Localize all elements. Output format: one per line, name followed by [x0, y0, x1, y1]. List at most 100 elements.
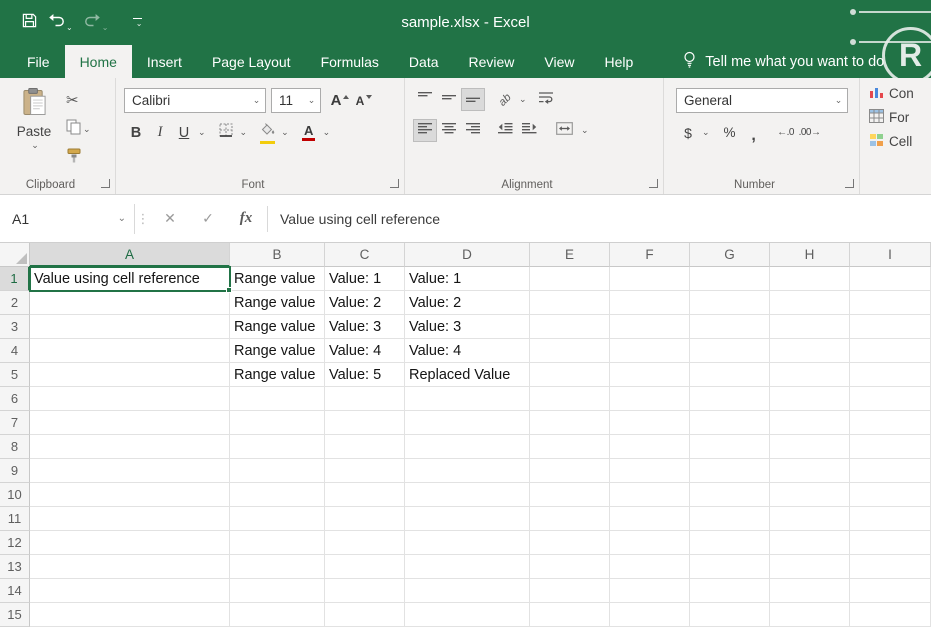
percent-style-button[interactable]: %: [718, 121, 742, 144]
cell-C14[interactable]: [325, 579, 405, 603]
cell-I5[interactable]: [850, 363, 931, 387]
tab-data[interactable]: Data: [394, 45, 454, 78]
cell-C10[interactable]: [325, 483, 405, 507]
cell-A11[interactable]: [30, 507, 230, 531]
cell-C2[interactable]: Value: 2: [325, 291, 405, 315]
borders-dropdown-icon[interactable]: ⌄: [240, 128, 248, 137]
tab-formulas[interactable]: Formulas: [306, 45, 394, 78]
cell-G11[interactable]: [690, 507, 770, 531]
align-middle-button[interactable]: [437, 88, 461, 111]
redo-button[interactable]: ⌄: [84, 13, 109, 32]
row-header-2[interactable]: 2: [0, 291, 30, 315]
cell-D4[interactable]: Value: 4: [405, 339, 530, 363]
tab-file[interactable]: File: [12, 45, 65, 78]
cut-button[interactable]: ✂: [63, 88, 82, 112]
row-header-11[interactable]: 11: [0, 507, 30, 531]
cell-A14[interactable]: [30, 579, 230, 603]
comma-style-button[interactable]: ,: [742, 121, 766, 144]
copy-button[interactable]: ⌄: [63, 117, 94, 141]
cell-F2[interactable]: [610, 291, 690, 315]
cell-B1[interactable]: Range value: [230, 267, 325, 291]
row-header-15[interactable]: 15: [0, 603, 30, 627]
font-dialog-launcher[interactable]: [390, 179, 399, 188]
formula-bar-resize-handle[interactable]: ⋮: [135, 211, 151, 227]
select-all-button[interactable]: [0, 243, 30, 267]
cell-I8[interactable]: [850, 435, 931, 459]
cell-D7[interactable]: [405, 411, 530, 435]
cell-H1[interactable]: [770, 267, 850, 291]
cell-A1[interactable]: Value using cell reference: [30, 267, 230, 291]
tab-page-layout[interactable]: Page Layout: [197, 45, 306, 78]
fill-color-dropdown-icon[interactable]: ⌄: [281, 128, 289, 137]
cell-B3[interactable]: Range value: [230, 315, 325, 339]
column-header-I[interactable]: I: [850, 243, 931, 267]
cell-B4[interactable]: Range value: [230, 339, 325, 363]
column-header-C[interactable]: C: [325, 243, 405, 267]
cell-C13[interactable]: [325, 555, 405, 579]
cell-G6[interactable]: [690, 387, 770, 411]
row-header-9[interactable]: 9: [0, 459, 30, 483]
cell-C1[interactable]: Value: 1: [325, 267, 405, 291]
row-header-6[interactable]: 6: [0, 387, 30, 411]
cell-G4[interactable]: [690, 339, 770, 363]
cell-D13[interactable]: [405, 555, 530, 579]
redo-dropdown-icon[interactable]: ⌄: [102, 24, 109, 32]
cell-F11[interactable]: [610, 507, 690, 531]
cell-E7[interactable]: [530, 411, 610, 435]
column-header-E[interactable]: E: [530, 243, 610, 267]
cell-C6[interactable]: [325, 387, 405, 411]
column-header-F[interactable]: F: [610, 243, 690, 267]
font-color-dropdown-icon[interactable]: ⌄: [323, 128, 331, 137]
cell-F12[interactable]: [610, 531, 690, 555]
cell-H3[interactable]: [770, 315, 850, 339]
name-box-dropdown-icon[interactable]: ⌄: [118, 213, 126, 224]
column-header-B[interactable]: B: [230, 243, 325, 267]
font-name-select[interactable]: Calibri ⌄: [124, 88, 266, 113]
merge-center-button[interactable]: [549, 119, 579, 142]
alignment-dialog-launcher[interactable]: [649, 179, 658, 188]
cell-F7[interactable]: [610, 411, 690, 435]
cancel-button[interactable]: ✕: [151, 204, 189, 234]
merge-center-dropdown-icon[interactable]: ⌄: [581, 126, 589, 135]
decrease-font-size-button[interactable]: A: [352, 89, 376, 112]
accounting-dropdown-icon[interactable]: ⌄: [702, 128, 710, 137]
row-header-13[interactable]: 13: [0, 555, 30, 579]
cell-A4[interactable]: [30, 339, 230, 363]
cell-B10[interactable]: [230, 483, 325, 507]
increase-indent-button[interactable]: [517, 119, 541, 142]
column-header-H[interactable]: H: [770, 243, 850, 267]
cell-C4[interactable]: Value: 4: [325, 339, 405, 363]
cell-D5[interactable]: Replaced Value: [405, 363, 530, 387]
paste-button[interactable]: Paste ⌄: [7, 87, 61, 155]
cell-E8[interactable]: [530, 435, 610, 459]
cell-E6[interactable]: [530, 387, 610, 411]
cell-I15[interactable]: [850, 603, 931, 627]
cell-I2[interactable]: [850, 291, 931, 315]
undo-dropdown-icon[interactable]: ⌄: [66, 24, 73, 32]
cell-B14[interactable]: [230, 579, 325, 603]
row-header-14[interactable]: 14: [0, 579, 30, 603]
cell-A12[interactable]: [30, 531, 230, 555]
cell-C7[interactable]: [325, 411, 405, 435]
cell-styles-button[interactable]: Cell: [869, 133, 912, 150]
cell-D8[interactable]: [405, 435, 530, 459]
cell-I1[interactable]: [850, 267, 931, 291]
column-header-G[interactable]: G: [690, 243, 770, 267]
cell-G8[interactable]: [690, 435, 770, 459]
cell-E3[interactable]: [530, 315, 610, 339]
cell-A6[interactable]: [30, 387, 230, 411]
save-button[interactable]: [22, 13, 37, 33]
cell-F6[interactable]: [610, 387, 690, 411]
tell-me-search[interactable]: Tell me what you want to do: [682, 45, 884, 78]
column-header-A[interactable]: A: [30, 243, 230, 267]
cell-G1[interactable]: [690, 267, 770, 291]
tab-view[interactable]: View: [529, 45, 589, 78]
customize-quick-access-toolbar-button[interactable]: ⌄: [133, 18, 142, 28]
align-center-button[interactable]: [437, 119, 461, 142]
cell-C11[interactable]: [325, 507, 405, 531]
cell-F5[interactable]: [610, 363, 690, 387]
cell-A10[interactable]: [30, 483, 230, 507]
cell-B9[interactable]: [230, 459, 325, 483]
cell-C12[interactable]: [325, 531, 405, 555]
number-dialog-launcher[interactable]: [845, 179, 854, 188]
